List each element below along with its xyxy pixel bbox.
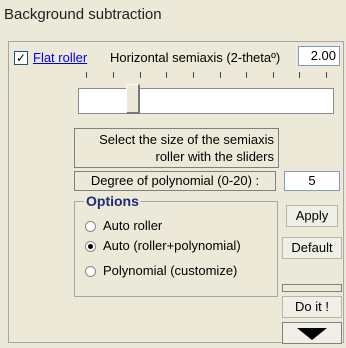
- do-it-button[interactable]: Do it !: [282, 296, 342, 318]
- semiaxis-slider-thumb[interactable]: [126, 84, 140, 114]
- radio-polynomial-label: Polynomial (customize): [103, 263, 238, 278]
- radio-auto-roller-polynomial[interactable]: [85, 241, 96, 252]
- radio-polynomial[interactable]: [85, 266, 96, 277]
- down-arrow-icon: [297, 328, 327, 340]
- radio-auto-roller-polynomial-label: Auto (roller+polynomial): [103, 238, 241, 253]
- progress-strip: [282, 284, 342, 292]
- apply-button[interactable]: Apply: [286, 205, 338, 227]
- semiaxis-slider-track[interactable]: [78, 88, 334, 114]
- semiaxis-value-field[interactable]: 2.00: [298, 46, 340, 66]
- semiaxis-label: Horizontal semiaxis (2-thetaº): [110, 50, 281, 65]
- degree-label: Degree of polynomial (0-20) :: [74, 171, 276, 191]
- slider-ticks: [80, 66, 342, 78]
- options-legend: Options: [84, 193, 141, 209]
- flat-roller-checkbox[interactable]: ✓: [14, 51, 28, 65]
- window-title: Background subtraction: [4, 6, 162, 23]
- flat-roller-link[interactable]: Flat roller: [33, 50, 87, 65]
- instruction-line-1: Select the size of the semiaxis: [99, 132, 274, 147]
- instruction-line-2: roller with the sliders: [155, 149, 275, 164]
- default-button[interactable]: Default: [282, 237, 342, 259]
- instruction-box: Select the size of the semiaxis roller w…: [74, 128, 279, 168]
- radio-auto-roller[interactable]: [85, 221, 96, 232]
- down-arrow-button[interactable]: [282, 322, 342, 344]
- radio-auto-roller-label: Auto roller: [103, 218, 163, 233]
- degree-field[interactable]: 5: [284, 171, 340, 191]
